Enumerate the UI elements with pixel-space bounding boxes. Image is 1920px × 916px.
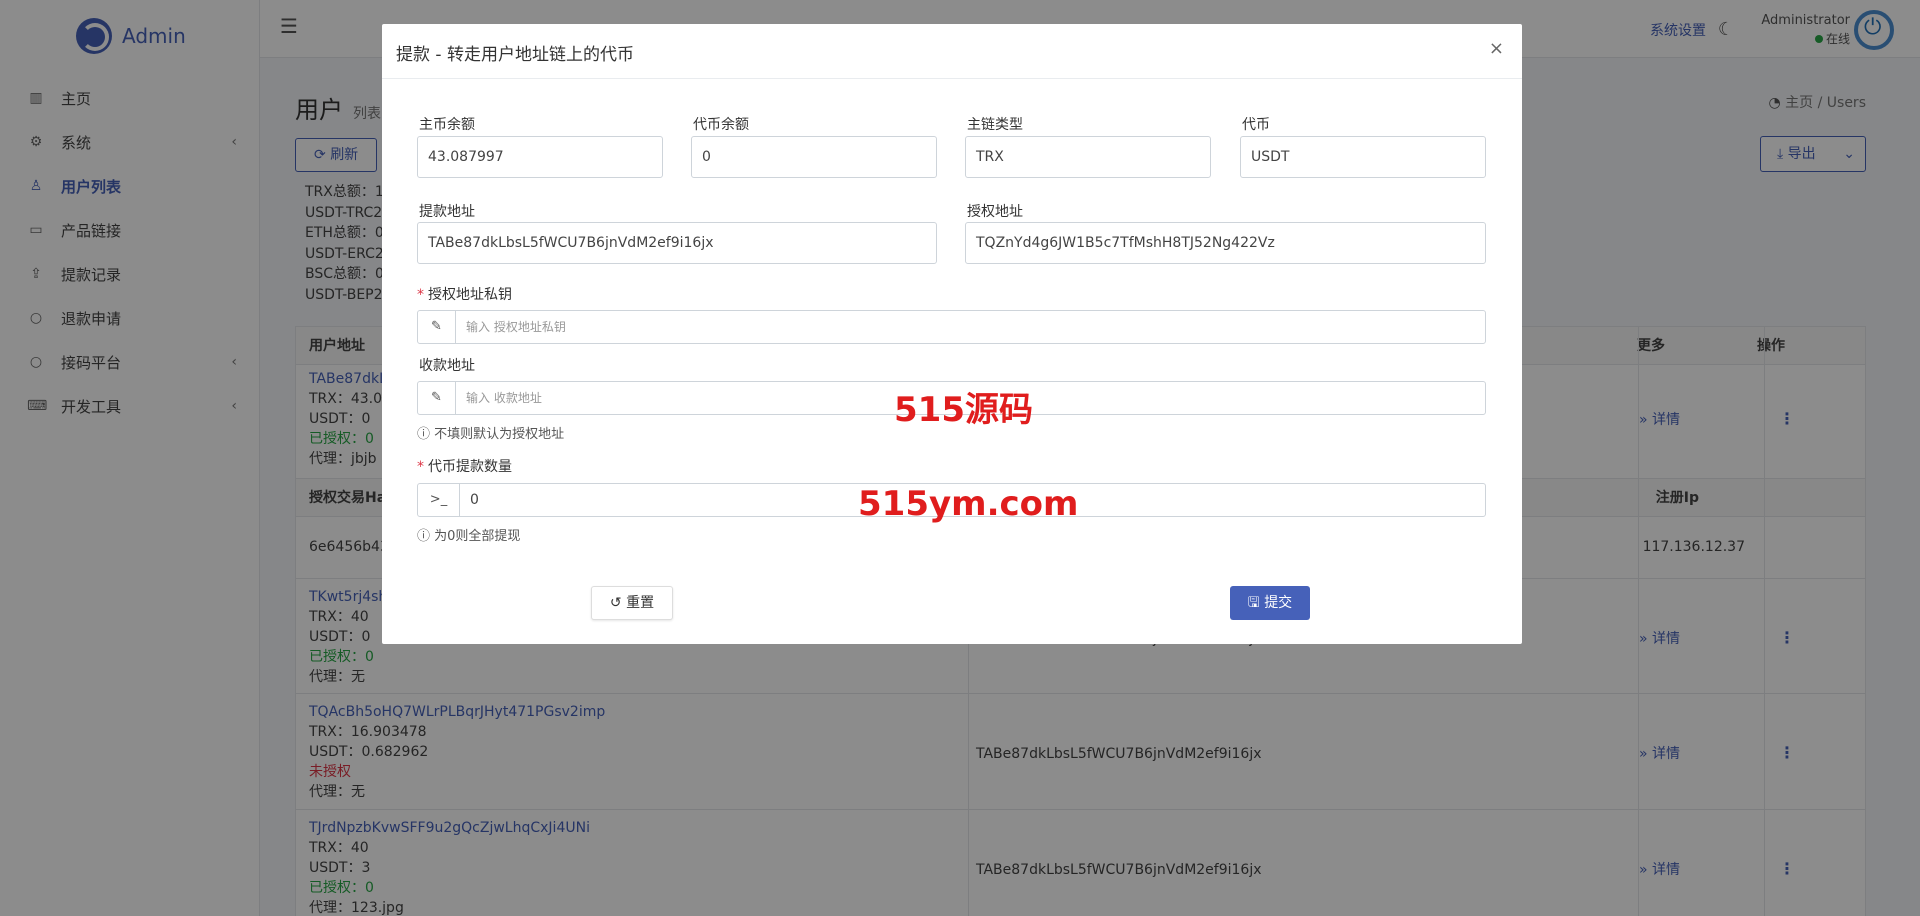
auth-address-label: 授权地址: [967, 204, 1023, 220]
amount-help-text: 为0则全部提现: [434, 529, 521, 544]
receive-help-text: 不填则默认为授权地址: [434, 427, 565, 442]
reset-label: 重置: [626, 595, 655, 611]
auth-address-field[interactable]: TQZnYd4g6JW1B5c7TfMshH8TJ52Ng422Vz: [965, 222, 1486, 264]
required-mark: *: [417, 459, 424, 475]
submit-button[interactable]: 🖫 提交: [1230, 586, 1310, 620]
undo-icon: ↺: [609, 595, 627, 611]
terminal-icon: >_: [418, 484, 460, 516]
main-balance-field[interactable]: 43.087997: [417, 136, 663, 178]
amount-label-text: 代币提款数量: [428, 459, 512, 475]
reset-button[interactable]: ↺ 重置: [591, 586, 673, 620]
modal-header: 提款 - 转走用户地址链上的代币 ×: [382, 24, 1522, 79]
private-key-label: * 授权地址私钥: [417, 284, 512, 304]
pencil-icon: ✎: [418, 382, 456, 414]
token-label: 代币: [1242, 117, 1270, 133]
receive-address-label: 收款地址: [419, 358, 475, 374]
save-icon: 🖫: [1247, 595, 1265, 611]
question-circle-icon: ⓘ: [417, 427, 435, 442]
withdraw-modal: 提款 - 转走用户地址链上的代币 × 主币余额 43.087997 代币余额 0…: [382, 24, 1522, 644]
receive-address-placeholder: 输入 收款地址: [466, 391, 542, 405]
chain-type-field[interactable]: TRX: [965, 136, 1211, 178]
amount-help: ⓘ 为0则全部提现: [417, 525, 520, 544]
modal-title: 提款 - 转走用户地址链上的代币: [396, 45, 634, 65]
token-field[interactable]: USDT: [1240, 136, 1486, 178]
chain-type-label: 主链类型: [967, 117, 1023, 133]
required-mark: *: [417, 287, 424, 303]
submit-label: 提交: [1264, 595, 1293, 611]
private-key-placeholder: 输入 授权地址私钥: [466, 320, 566, 334]
withdraw-address-field[interactable]: TABe87dkLbsL5fWCU7B6jnVdM2ef9i16jx: [417, 222, 937, 264]
withdraw-address-label: 提款地址: [419, 204, 475, 220]
token-balance-label: 代币余额: [693, 117, 749, 133]
receive-address-help: ⓘ 不填则默认为授权地址: [417, 423, 564, 442]
amount-label: * 代币提款数量: [417, 456, 512, 476]
watermark-url: 515ym.com: [858, 484, 1079, 524]
private-key-label-text: 授权地址私钥: [428, 287, 512, 303]
close-icon[interactable]: ×: [1489, 38, 1504, 59]
main-balance-label: 主币余额: [419, 117, 475, 133]
question-circle-icon: ⓘ: [417, 529, 435, 544]
watermark-cn: 515源码: [894, 390, 1033, 430]
pencil-icon: ✎: [418, 311, 456, 343]
amount-value: 0: [470, 492, 479, 508]
token-balance-field[interactable]: 0: [691, 136, 937, 178]
private-key-input[interactable]: ✎ 输入 授权地址私钥: [417, 310, 1486, 344]
